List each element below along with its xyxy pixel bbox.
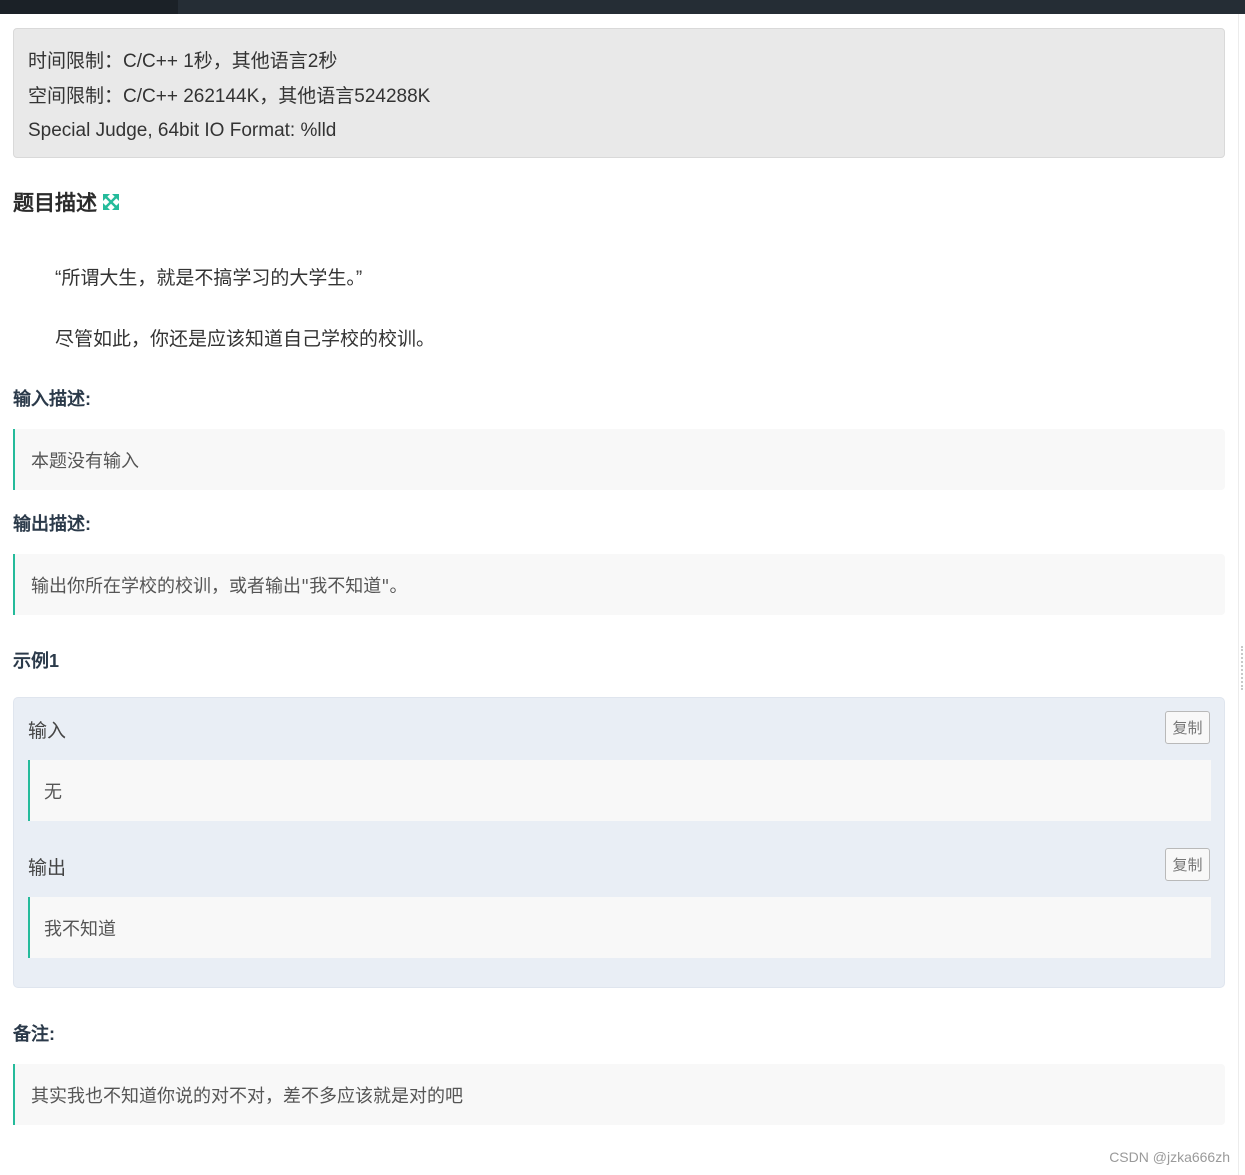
input-description-box: 本题没有输入 xyxy=(13,429,1225,490)
output-description-box: 输出你所在学校的校训，或者输出"我不知道"。 xyxy=(13,554,1225,615)
description-paragraph: 尽管如此，你还是应该知道自己学校的校训。 xyxy=(55,329,436,350)
top-nav-left-segment xyxy=(0,0,178,14)
example-output-label: 输出 xyxy=(28,858,67,879)
description-paragraph: “所谓大生，就是不搞学习的大学生。” xyxy=(55,268,363,289)
note-title: 备注: xyxy=(13,1024,55,1044)
example-title: 示例1 xyxy=(13,651,60,671)
example-input-box: 无 xyxy=(28,760,1211,821)
watermark: CSDN @jzka666zh xyxy=(1109,1149,1230,1165)
description-heading: 题目描述 xyxy=(13,186,120,218)
space-limit: 空间限制：C/C++ 262144K，其他语言524288K xyxy=(28,85,431,107)
top-nav-bar xyxy=(0,0,1245,14)
copy-input-button[interactable]: 复制 xyxy=(1165,711,1210,744)
time-limit: 时间限制：C/C++ 1秒，其他语言2秒 xyxy=(28,51,338,72)
expand-arrows-icon[interactable] xyxy=(102,193,120,211)
input-description-title: 输入描述: xyxy=(13,389,91,409)
description-title: 题目描述 xyxy=(13,192,97,215)
judge-format: Special Judge, 64bit IO Format: %lld xyxy=(28,120,337,141)
right-gutter xyxy=(1238,14,1245,1175)
copy-output-button[interactable]: 复制 xyxy=(1165,848,1210,881)
resize-handle[interactable] xyxy=(1241,646,1245,690)
example-output-box: 我不知道 xyxy=(28,897,1211,958)
example-panel: 输入 复制 无 输出 复制 我不知道 xyxy=(13,697,1225,988)
limits-panel: 时间限制：C/C++ 1秒，其他语言2秒 空间限制：C/C++ 262144K，… xyxy=(13,28,1225,158)
example-input-label: 输入 xyxy=(28,721,67,742)
output-description-title: 输出描述: xyxy=(13,514,91,534)
note-box: 其实我也不知道你说的对不对，差不多应该就是对的吧 xyxy=(13,1064,1225,1125)
